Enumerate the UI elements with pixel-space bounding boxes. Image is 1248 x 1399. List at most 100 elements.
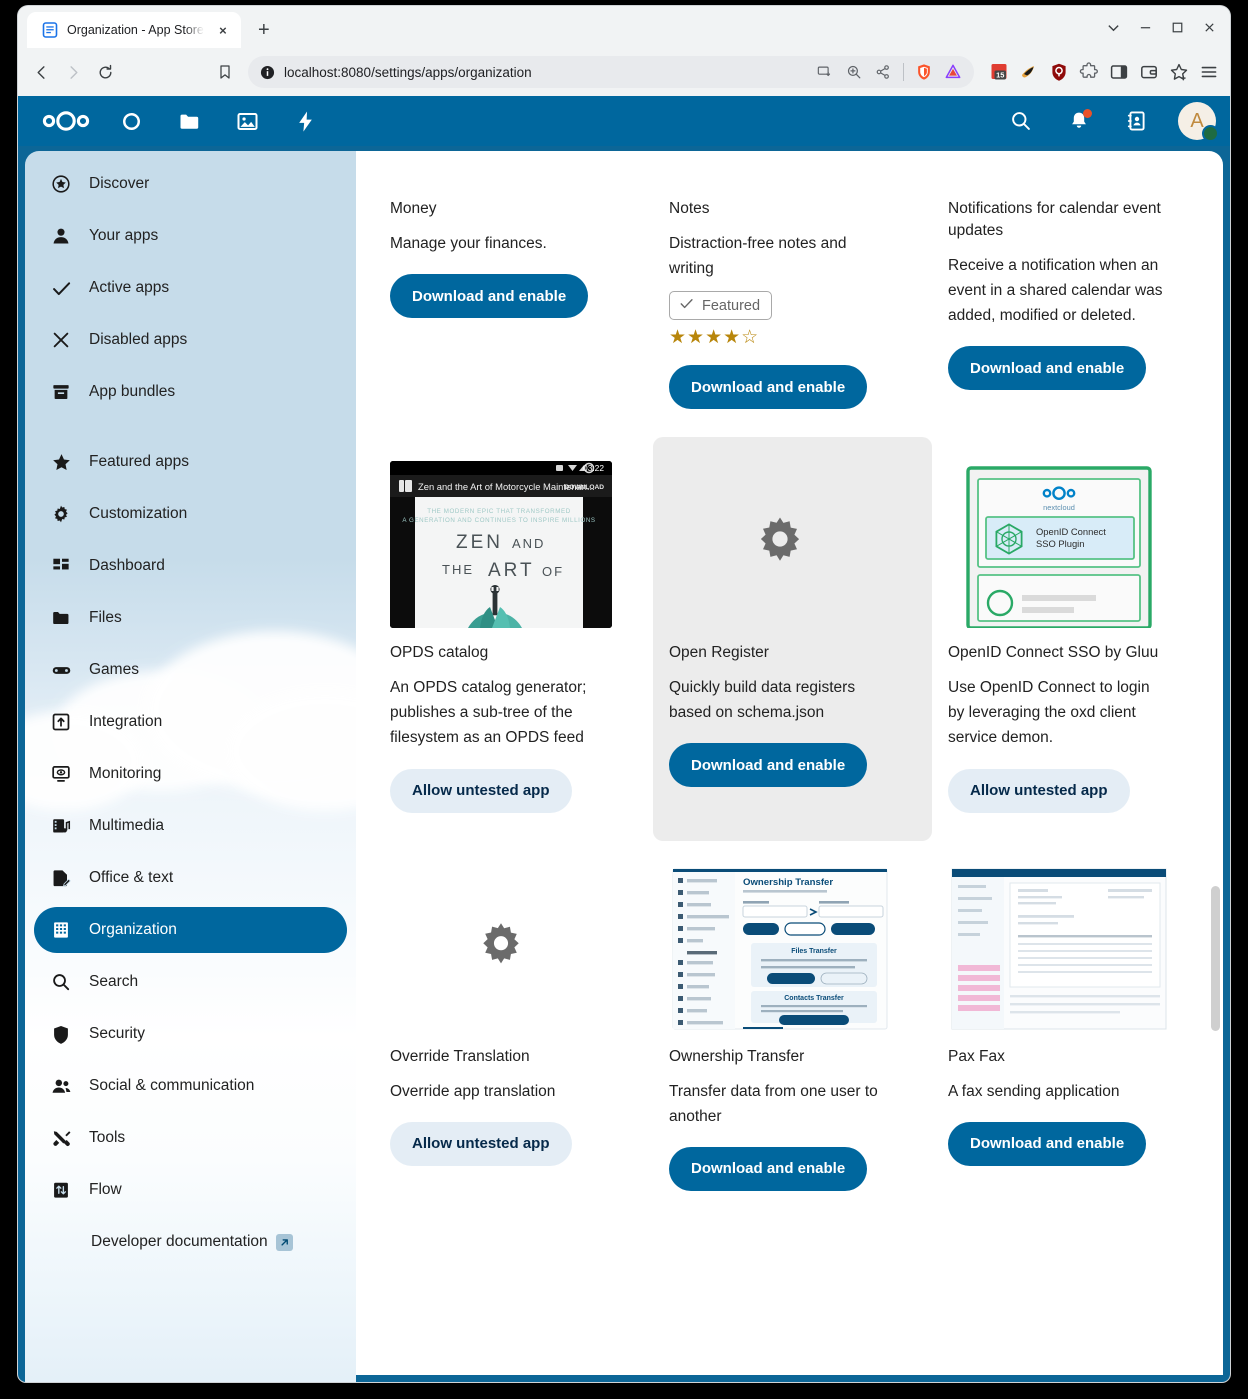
sidebar-item-files[interactable]: Files	[34, 595, 347, 641]
download-and-enable-button[interactable]: Download and enable	[390, 274, 589, 319]
puzzle-icon[interactable]	[1076, 59, 1102, 85]
app-name: Money	[390, 200, 437, 217]
divider	[903, 63, 904, 81]
site-info-icon[interactable]	[260, 65, 275, 80]
back-icon[interactable]	[26, 57, 56, 87]
image-icon[interactable]	[230, 104, 264, 138]
sidebar-item-integration[interactable]: Integration	[34, 699, 347, 745]
sidebar-item-featured-apps[interactable]: Featured apps	[34, 439, 347, 485]
sidebar-item-active-apps[interactable]: Active apps	[34, 265, 347, 311]
sidebar-item-label: Customization	[89, 505, 188, 522]
gamepad-icon	[50, 659, 72, 681]
reload-icon[interactable]	[90, 57, 120, 87]
svg-text:DOWNLOAD: DOWNLOAD	[564, 484, 604, 491]
allow-untested-app-button[interactable]: Allow untested app	[948, 768, 1130, 813]
sidebar-item-label: Your apps	[89, 227, 159, 244]
vertical-scrollbar[interactable]	[1211, 886, 1220, 1031]
browser-tab[interactable]: Organization - App Store ×	[27, 12, 241, 48]
app-card-money[interactable]: Money Manage your finances. Download and…	[374, 151, 653, 437]
app-name: Ownership Transfer	[669, 1047, 805, 1065]
people-icon	[50, 1075, 72, 1097]
minimize-button[interactable]	[1130, 14, 1160, 40]
sidebar-item-search[interactable]: Search	[34, 959, 347, 1005]
download-and-enable-button[interactable]: Download and enable	[669, 1146, 868, 1191]
avatar[interactable]: A	[1178, 102, 1219, 142]
sidebar-item-developer-documentation[interactable]: Developer documentation	[34, 1219, 347, 1265]
contacts-icon[interactable]	[1120, 104, 1154, 138]
download-and-enable-button[interactable]: Download and enable	[948, 346, 1147, 391]
download-and-enable-button[interactable]: Download and enable	[669, 365, 868, 410]
download-and-enable-button[interactable]: Download and enable	[948, 1121, 1147, 1166]
app-card-override-translation[interactable]: Override Translation Override app transl…	[374, 841, 653, 1219]
svg-text:Contacts Transfer: Contacts Transfer	[784, 995, 844, 1002]
brave-rewards-icon[interactable]	[940, 59, 966, 85]
brave-shields-icon[interactable]	[911, 59, 937, 85]
omnibox-actions	[812, 59, 966, 85]
check-icon	[679, 296, 694, 315]
bookmark-star-icon[interactable]	[1166, 59, 1192, 85]
extension-toolbar: 15	[982, 59, 1222, 85]
torch-icon[interactable]	[1016, 59, 1042, 85]
sidebar-item-games[interactable]: Games	[34, 647, 347, 693]
calendar-15-icon[interactable]: 15	[986, 59, 1012, 85]
app-grid: Money Manage your finances. Download and…	[356, 151, 1223, 1219]
app-card-pax-fax[interactable]: Pax Fax A fax sending application Downlo…	[932, 841, 1211, 1219]
lightning-icon[interactable]	[288, 104, 322, 138]
app-thumbnail	[948, 151, 1170, 184]
app-body: Discover Your apps Active apps Disabled …	[18, 146, 1230, 1382]
ublock-origin-icon[interactable]	[1046, 59, 1072, 85]
menu-icon[interactable]	[1196, 59, 1222, 85]
circle-icon[interactable]	[114, 104, 148, 138]
sidebar-item-multimedia[interactable]: Multimedia	[34, 803, 347, 849]
svg-text:SSO Plugin: SSO Plugin	[1036, 538, 1084, 549]
folder-icon[interactable]	[172, 104, 206, 138]
tab-search-icon[interactable]	[1098, 14, 1128, 40]
sidebar-item-customization[interactable]: Customization	[34, 491, 347, 537]
sidebar-item-organization[interactable]: Organization	[34, 907, 347, 953]
sidebar-item-social-communication[interactable]: Social & communication	[34, 1063, 347, 1109]
folder-icon	[50, 607, 72, 629]
allow-untested-app-button[interactable]: Allow untested app	[390, 768, 572, 813]
sidebar-item-flow[interactable]: Flow	[34, 1167, 347, 1213]
star-icon	[50, 451, 72, 473]
svg-text:nextcloud: nextcloud	[1043, 503, 1075, 512]
wallet-icon[interactable]	[1136, 59, 1162, 85]
zoom-icon[interactable]	[841, 59, 867, 85]
nextcloud-logo[interactable]	[40, 104, 92, 138]
search-icon[interactable]	[1004, 104, 1038, 138]
sidebar-item-office-text[interactable]: Office & text	[34, 855, 347, 901]
app-description: A fax sending application	[948, 1082, 1120, 1100]
app-card-ownership-transfer[interactable]: Ownership Transfer Files Transfer Contac…	[653, 841, 932, 1219]
download-and-enable-button[interactable]: Download and enable	[669, 743, 868, 788]
sidebar-item-label: Tools	[89, 1129, 126, 1146]
share-icon[interactable]	[870, 59, 896, 85]
app-card-open-register[interactable]: Open Register Quickly build data registe…	[653, 437, 932, 841]
app-name: OpenID Connect SSO by Gluu	[948, 644, 1159, 662]
sidebar-item-monitoring[interactable]: Monitoring	[34, 751, 347, 797]
app-card-notes[interactable]: Notes Distraction-free notes and writing…	[653, 151, 932, 437]
sidebar-item-tools[interactable]: Tools	[34, 1115, 347, 1161]
status-badge	[1202, 125, 1219, 142]
bell-icon[interactable]	[1062, 104, 1096, 138]
address-bar[interactable]: localhost:8080/settings/apps/organizatio…	[248, 56, 974, 88]
tab-close-icon[interactable]: ×	[213, 20, 233, 40]
forward-icon[interactable]	[58, 57, 88, 87]
app-card-openid-connect-sso[interactable]: nextcloud OpenID Connect SSO Plugin Open…	[932, 437, 1211, 840]
sidebar-item-security[interactable]: Security	[34, 1011, 347, 1057]
sidebar-item-your-apps[interactable]: Your apps	[34, 213, 347, 259]
maximize-button[interactable]	[1162, 14, 1192, 40]
sidebar-item-dashboard[interactable]: Dashboard	[34, 543, 347, 589]
cast-icon[interactable]	[812, 59, 838, 85]
app-card-calendar-notifications[interactable]: Notifications for calendar event updates…	[932, 151, 1211, 437]
new-tab-button[interactable]: +	[249, 15, 279, 45]
sidebar-icon[interactable]	[1106, 59, 1132, 85]
sidebar-item-discover[interactable]: Discover	[34, 161, 347, 207]
header-actions: A	[1004, 102, 1219, 142]
sidebar: Discover Your apps Active apps Disabled …	[25, 151, 356, 1382]
bookmark-icon[interactable]	[210, 57, 240, 87]
close-window-button[interactable]	[1194, 14, 1224, 40]
allow-untested-app-button[interactable]: Allow untested app	[390, 1121, 572, 1166]
sidebar-item-disabled-apps[interactable]: Disabled apps	[34, 317, 347, 363]
app-card-opds-catalog[interactable]: 03:22 Zen and the Art of Motorcycle Main…	[374, 437, 653, 840]
sidebar-item-app-bundles[interactable]: App bundles	[34, 369, 347, 415]
